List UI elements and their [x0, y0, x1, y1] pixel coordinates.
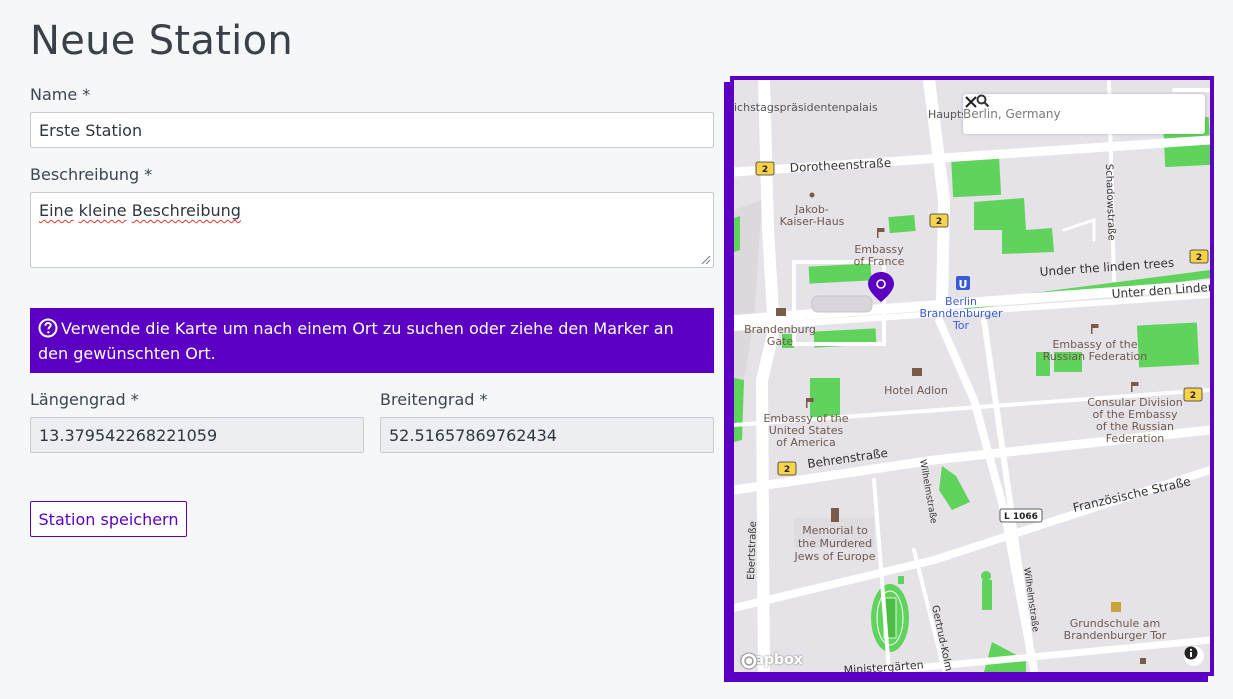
name-input[interactable]: Erste Station: [30, 112, 714, 148]
route-shield-label: 2: [936, 217, 942, 227]
route-shield-label: 2: [784, 465, 790, 475]
route-shield-label: 2: [762, 165, 768, 175]
label-bt-3: Tor: [952, 319, 970, 332]
latitude-value: 52.51657869762434: [389, 425, 557, 445]
label-russia-2: Russian Federation: [1043, 350, 1147, 363]
label-grundschule-2: Brandenburger Tor: [1064, 629, 1167, 642]
map-canvas[interactable]: 2 2 2 2 2 L 1066 U ichstagspräsidentenpa…: [734, 80, 1210, 672]
save-station-button[interactable]: Station speichern: [30, 501, 187, 537]
description-textarea[interactable]: Eine kleine Beschreibung: [30, 192, 714, 268]
longitude-value: 13.379542268221059: [39, 425, 218, 445]
description-value: Eine kleine Beschreibung: [39, 201, 241, 220]
label-adlon: Hotel Adlon: [884, 384, 948, 397]
name-label: Name *: [30, 85, 91, 104]
close-icon[interactable]: [963, 94, 979, 110]
label-haupt: Haupts: [928, 108, 967, 121]
label-ebert: Ebertstraße: [746, 521, 759, 580]
mapbox-logo[interactable]: mapbox: [740, 652, 803, 670]
help-circle-icon: [38, 318, 58, 338]
info-icon: [1184, 646, 1198, 660]
label-reichstag: ichstagspräsidentenpalais: [734, 101, 878, 114]
label-jakob-2: Kaiser-Haus: [780, 215, 845, 228]
description-label: Beschreibung *: [30, 165, 153, 184]
label-memorial-3: Jews of Europe: [793, 550, 875, 563]
name-input-value: Erste Station: [39, 120, 143, 140]
description-word-2: kleine: [78, 201, 127, 220]
latitude-input[interactable]: 52.51657869762434: [380, 417, 714, 453]
description-word-3: Beschreibung: [131, 201, 241, 220]
map[interactable]: 2 2 2 2 2 L 1066 U ichstagspräsidentenpa…: [730, 76, 1214, 676]
svg-text:U: U: [959, 278, 968, 291]
sports-field: [871, 584, 909, 652]
route-shield-l1066: L 1066: [1004, 512, 1038, 522]
longitude-input[interactable]: 13.379542268221059: [30, 417, 364, 453]
label-memorial-2: the Murdered: [798, 537, 872, 550]
latitude-label: Breitengrad *: [380, 390, 488, 409]
map-search-box[interactable]: Berlin, Germany: [963, 94, 1205, 134]
label-gate-2: Gate: [767, 335, 794, 348]
info-banner: Verwende die Karte um nach einem Ort zu …: [30, 308, 714, 373]
label-france-2: of France: [854, 255, 905, 268]
label-us-3: of America: [776, 436, 835, 449]
route-shield-label: 2: [1190, 391, 1196, 401]
map-info-button[interactable]: [1184, 646, 1204, 666]
page-title: Neue Station: [30, 18, 294, 64]
label-consular-4: Federation: [1106, 432, 1165, 445]
label-memorial-1: Memorial to: [802, 524, 868, 537]
mapbox-icon: [740, 652, 758, 670]
description-word-1: Eine: [39, 201, 74, 220]
info-text: Verwende die Karte um nach einem Ort zu …: [38, 319, 674, 363]
map-search-value: Berlin, Germany: [963, 107, 1061, 121]
resize-handle-icon[interactable]: [701, 255, 711, 265]
route-shield-label: 2: [1196, 253, 1202, 263]
longitude-label: Längengrad *: [30, 390, 139, 409]
